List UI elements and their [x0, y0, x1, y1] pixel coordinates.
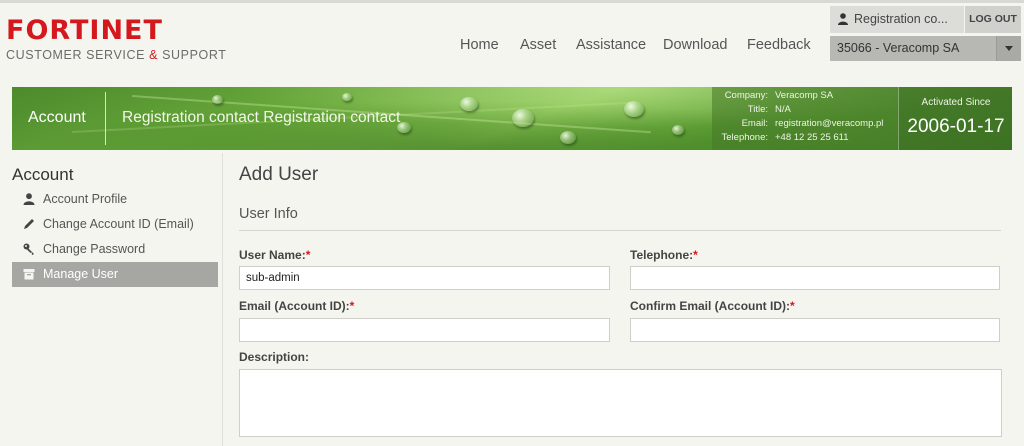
nav-download[interactable]: Download	[663, 37, 728, 53]
info-key: Email:	[741, 118, 768, 129]
account-select-value: 35066 - Veracomp SA	[837, 41, 960, 55]
activated-since-panel: Activated Since 2006-01-17	[898, 87, 1012, 150]
logo-tagline-prefix: CUSTOMER SERVICE	[6, 48, 150, 62]
banner-contact-name: Registration contact Registration contac…	[122, 109, 401, 126]
required-mark: *	[305, 248, 311, 262]
info-row-title: Title: N/A	[712, 104, 898, 117]
info-value: Veracomp SA	[775, 90, 834, 101]
info-row-telephone: Telephone: +48 12 25 25 611	[712, 132, 898, 145]
section-title: User Info	[239, 206, 298, 222]
user-name-label-text: User Name:	[239, 248, 306, 262]
nav-feedback[interactable]: Feedback	[747, 37, 811, 53]
logo-tagline: CUSTOMER SERVICE & SUPPORT	[6, 48, 226, 62]
required-mark: *	[790, 299, 795, 313]
description-label: Description:	[239, 350, 310, 364]
required-mark: *	[349, 299, 355, 313]
banner-section-title: Account	[28, 109, 86, 126]
sidebar-item-change-password[interactable]: Change Password	[12, 237, 218, 262]
water-drop-decoration	[672, 125, 684, 135]
email-label-text: Email (Account ID):	[239, 299, 350, 313]
water-drop-decoration	[212, 95, 223, 104]
info-key: Title:	[747, 104, 768, 115]
chevron-down-icon	[1005, 46, 1013, 51]
water-drop-decoration	[560, 131, 576, 144]
info-value: N/A	[775, 104, 791, 115]
water-drop-decoration	[512, 109, 534, 127]
nav-home[interactable]: Home	[460, 37, 499, 53]
logo-tagline-suffix: SUPPORT	[158, 48, 227, 62]
telephone-label: Telephone:*	[630, 248, 698, 262]
info-row-email: Email: registration@veracomp.pl	[712, 118, 898, 131]
info-key: Telephone:	[721, 132, 768, 143]
required-mark: *	[693, 248, 698, 262]
logout-button[interactable]: LOG OUT	[965, 6, 1021, 33]
sidebar-item-label: Change Account ID (Email)	[43, 217, 194, 231]
email-label: Email (Account ID):*	[239, 299, 354, 313]
sidebar-item-label: Manage User	[43, 267, 119, 281]
logo-tagline-amp: &	[149, 48, 159, 62]
confirm-email-input[interactable]	[630, 318, 1000, 342]
user-name-label: User Name:*	[239, 248, 310, 262]
pencil-icon	[24, 219, 34, 229]
account-select[interactable]: 35066 - Veracomp SA	[830, 36, 1021, 61]
info-value: registration@veracomp.pl	[775, 118, 884, 129]
archive-icon	[23, 269, 35, 280]
person-icon	[838, 13, 848, 25]
page-title: Add User	[239, 164, 319, 185]
confirm-email-label-text: Confirm Email (Account ID):	[630, 299, 791, 313]
key-icon	[23, 243, 34, 255]
telephone-input[interactable]	[630, 266, 1000, 290]
user-menu[interactable]: Registration co...	[830, 6, 964, 33]
sidebar-title: Account	[12, 165, 74, 184]
person-icon	[23, 193, 35, 205]
section-divider	[239, 230, 1001, 231]
water-drop-decoration	[342, 93, 352, 101]
sidebar-item-change-account-id[interactable]: Change Account ID (Email)	[12, 212, 218, 237]
account-select-toggle[interactable]	[996, 36, 1021, 61]
sidebar-item-account-profile[interactable]: Account Profile	[12, 187, 218, 212]
info-row-company: Company: Veracomp SA	[712, 90, 898, 103]
activated-since-label: Activated Since	[921, 97, 991, 108]
water-drop-decoration	[460, 97, 478, 111]
email-input[interactable]	[239, 318, 610, 342]
sidebar-item-label: Change Password	[43, 242, 146, 256]
nav-assistance[interactable]: Assistance	[576, 37, 646, 53]
account-info-panel: Company: Veracomp SA Title: N/A Email: r…	[712, 87, 898, 150]
sidebar-item-manage-user[interactable]: Manage User	[12, 262, 218, 287]
fortinet-logo[interactable]: FORTINET CUSTOMER SERVICE & SUPPORT	[6, 15, 226, 70]
user-name-input[interactable]	[239, 266, 610, 290]
confirm-email-label: Confirm Email (Account ID):*	[630, 299, 795, 313]
header: FORTINET CUSTOMER SERVICE & SUPPORT Home…	[0, 3, 1024, 83]
add-user-form: Add User User Info User Name:* Telephone…	[239, 160, 1009, 446]
user-name-label: Registration co...	[854, 12, 948, 26]
account-banner: Account Registration contact Registratio…	[12, 87, 1012, 150]
banner-divider	[105, 92, 106, 145]
telephone-label-text: Telephone:	[630, 248, 694, 262]
water-drop-decoration	[624, 101, 644, 117]
nav-asset[interactable]: Asset	[520, 37, 556, 53]
info-value: +48 12 25 25 611	[775, 132, 849, 143]
info-key: Company:	[724, 90, 768, 101]
activated-since-date: 2006-01-17	[907, 116, 1005, 137]
sidebar-item-label: Account Profile	[43, 192, 128, 206]
logo-wordmark: FORTINET	[6, 15, 163, 46]
sidebar-divider	[222, 153, 223, 446]
description-textarea[interactable]	[239, 369, 1002, 437]
